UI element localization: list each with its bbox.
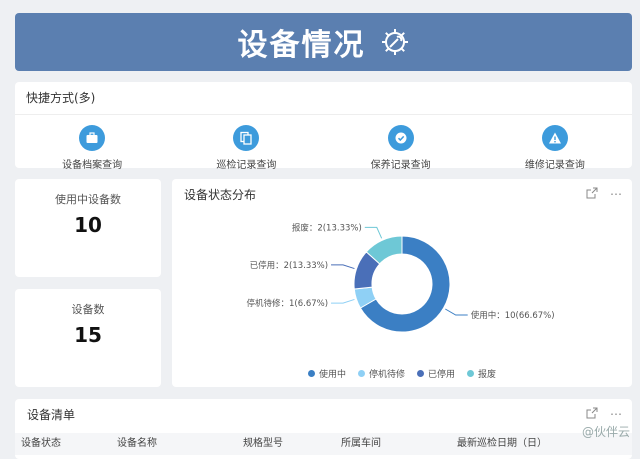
watermark: @伙伴云	[582, 423, 630, 440]
status-chart-card: 使用中：10(66.67%) 停机待修：1(6.67%) 已停用：2(13.33%)…	[172, 179, 632, 387]
legend-dot	[357, 370, 365, 377]
legend-label: 报废	[478, 370, 497, 380]
stat-card-total: 设备数 15	[15, 289, 161, 387]
quick-access-title: 快捷方式(多)	[15, 82, 632, 115]
quick-access-panel: 快捷方式(多) 设备档案查询 巡检记录查询 保养记录查询 维修记录查询	[15, 82, 632, 171]
more-icon[interactable]: ⋯	[610, 407, 622, 422]
page-banner: 设备情况	[15, 13, 632, 71]
quick-item-equipment-archive[interactable]: 设备档案查询	[17, 125, 167, 171]
stat-label: 设备数	[71, 303, 105, 316]
quick-item-repair-records[interactable]: 维修记录查询	[480, 125, 630, 171]
stat-label: 使用中设备数	[55, 193, 121, 206]
copy-icon	[233, 125, 260, 151]
data-label: 已停用：2(13.33%)	[250, 260, 328, 271]
stat-value: 15	[74, 323, 102, 347]
legend-label: 使用中	[318, 370, 346, 380]
chart-title: 设备状态分布	[184, 188, 257, 202]
quick-item-inspection-records[interactable]: 巡检记录查询	[171, 125, 321, 171]
label-leader-line	[445, 308, 468, 316]
chart-legend: 使用中 停机待修 已停用 报废	[172, 367, 632, 380]
quick-item-label: 保养记录查询	[370, 160, 431, 171]
data-label: 报废：2(13.33%)	[292, 222, 362, 233]
more-icon[interactable]: ⋯	[610, 187, 622, 202]
page-title: 设备情况	[237, 28, 366, 63]
legend-label: 已停用	[428, 370, 456, 380]
list-title: 设备清单	[27, 408, 76, 422]
check-icon	[387, 125, 414, 151]
legend-dot	[307, 370, 315, 377]
briefcase-icon	[79, 125, 106, 151]
legend-item[interactable]: 报废	[467, 367, 496, 380]
legend-label: 停机待修	[368, 370, 405, 380]
warning-icon	[541, 125, 568, 151]
legend-dot	[417, 370, 424, 377]
legend-item[interactable]: 停机待修	[357, 367, 405, 380]
quick-item-label: 设备档案查询	[62, 160, 123, 171]
data-label: 使用中：10(66.67%)	[471, 310, 555, 321]
label-leader-line	[331, 298, 355, 304]
quick-item-maintenance-records[interactable]: 保养记录查询	[326, 125, 476, 171]
expand-icon[interactable]	[586, 187, 598, 202]
equipment-list-card: 设备清单 ⋯ 设备状态 设备名称 规格型号 所属车间 最新巡检日期（日）	[15, 399, 632, 459]
label-leader-line	[364, 226, 383, 239]
quick-item-label: 巡检记录查询	[216, 160, 277, 171]
expand-icon[interactable]	[586, 407, 598, 422]
wrench-gear-icon	[380, 27, 410, 57]
quick-item-label: 维修记录查询	[524, 160, 585, 171]
stat-value: 10	[74, 213, 102, 237]
watermark-text: @伙伴云	[581, 425, 630, 439]
legend-dot	[467, 370, 475, 377]
legend-item[interactable]: 已停用	[417, 367, 455, 380]
label-leader-line	[331, 264, 355, 270]
stat-card-in-use: 使用中设备数 10	[15, 179, 161, 277]
data-label: 停机待修：1(6.67%)	[246, 298, 328, 309]
legend-item[interactable]: 使用中	[307, 367, 346, 380]
